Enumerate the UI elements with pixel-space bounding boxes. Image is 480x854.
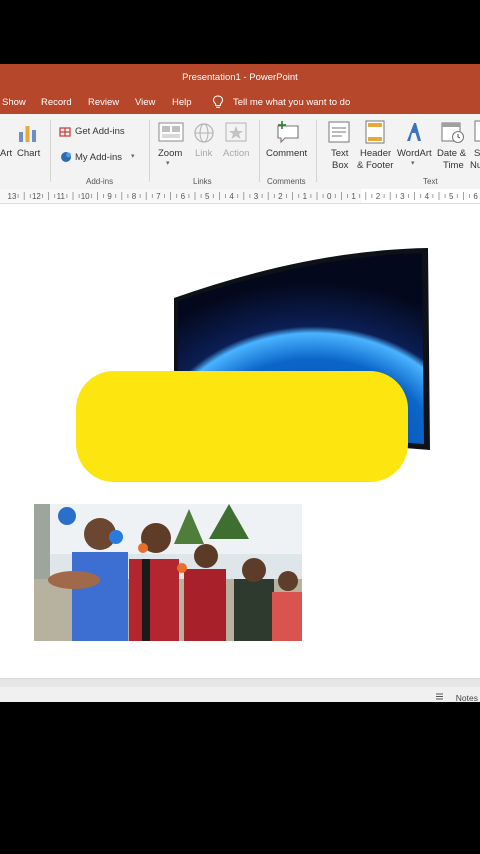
ruler-label: 13: [8, 192, 17, 201]
link-button[interactable]: Link: [195, 148, 212, 159]
tab-help[interactable]: Help: [172, 97, 192, 108]
chevron-down-icon[interactable]: ▾: [131, 152, 135, 160]
slide-number-button-line2[interactable]: Nu: [470, 160, 480, 171]
tab-slide-show[interactable]: Show: [2, 97, 26, 108]
date-time-button-line2[interactable]: Time: [443, 160, 464, 171]
tab-review[interactable]: Review: [88, 97, 119, 108]
header-footer-icon: [365, 120, 385, 144]
horizontal-scrollbar[interactable]: [0, 679, 480, 687]
wordart-icon: [407, 123, 421, 141]
chart-button[interactable]: Chart: [17, 148, 40, 159]
zoom-icon: [158, 122, 184, 142]
comment-button[interactable]: Comment: [266, 148, 307, 159]
separator: [259, 120, 260, 182]
separator: [316, 120, 317, 182]
text-box-button-line1[interactable]: Text: [331, 148, 348, 159]
separator: [149, 120, 150, 182]
notes-button[interactable]: Notes: [456, 693, 478, 702]
chart-icon: [19, 126, 36, 142]
store-icon: [59, 127, 71, 137]
header-footer-button-line1[interactable]: Header: [360, 148, 391, 159]
wordart-button[interactable]: WordArt: [397, 148, 432, 159]
notes-icon: [436, 693, 443, 700]
zoom-button[interactable]: Zoom: [158, 148, 182, 159]
header-footer-button-line2[interactable]: & Footer: [357, 160, 393, 171]
window-title: Presentation1 - PowerPoint: [182, 72, 298, 83]
tab-view[interactable]: View: [135, 97, 155, 108]
ruler-label: 11: [57, 192, 66, 201]
link-icon: [194, 123, 214, 143]
separator: [50, 120, 51, 182]
ribbon-tabs: Show Record Review View Help Tell me wha…: [0, 92, 480, 114]
textbox-icon: [328, 121, 350, 143]
comment-icon: [277, 121, 299, 144]
slide-number-button-line1[interactable]: S: [474, 148, 480, 159]
status-bar: Notes: [0, 678, 480, 702]
addins-group-label: Add-ins: [86, 177, 114, 186]
ruler-label: 10: [81, 192, 90, 201]
children-photo[interactable]: [34, 504, 302, 641]
smartart-button[interactable]: Art: [0, 148, 12, 159]
ruler-label: 5: [449, 192, 454, 201]
ruler-label: 9: [107, 192, 112, 201]
slide-number-icon: [474, 120, 480, 142]
date-time-button-line1[interactable]: Date &: [437, 148, 466, 159]
chevron-down-icon[interactable]: ▾: [166, 159, 170, 167]
ruler-label: 12: [32, 192, 41, 201]
lightbulb-icon: [212, 95, 224, 108]
addins-icon: [61, 152, 71, 162]
title-bar: Presentation1 - PowerPoint: [0, 64, 480, 92]
ruler-label: 6: [473, 192, 478, 201]
date-time-icon: [441, 122, 464, 143]
action-button[interactable]: Action: [223, 148, 249, 159]
tell-me-search[interactable]: Tell me what you want to do: [233, 97, 350, 108]
text-box-button-line2[interactable]: Box: [332, 160, 348, 171]
get-addins-button[interactable]: Get Add-ins: [75, 126, 125, 137]
chevron-down-icon[interactable]: ▾: [411, 159, 415, 167]
ruler-label: 8: [132, 192, 137, 201]
ribbon-insert: Art Chart Get Add-ins My Add-ins ▾ Add-i…: [0, 114, 480, 190]
my-addins-button[interactable]: My Add-ins: [75, 152, 122, 163]
tab-record[interactable]: Record: [41, 97, 72, 108]
rounded-rectangle-shape[interactable]: [76, 371, 408, 482]
action-icon: [225, 122, 247, 142]
